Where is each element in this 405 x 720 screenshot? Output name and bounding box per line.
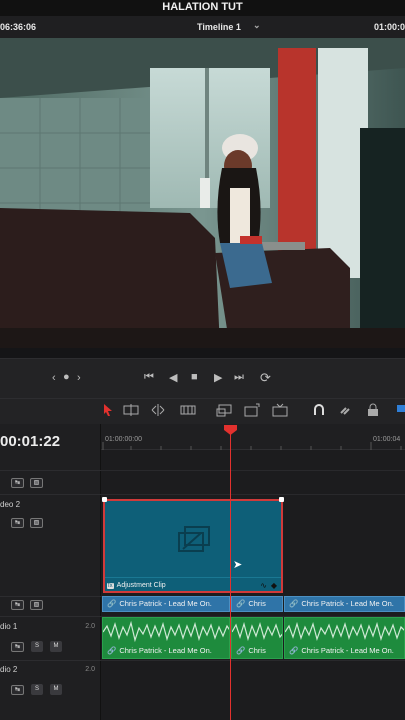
mute-button[interactable]: M [50,641,62,652]
project-title: HALATION TUT [0,0,405,16]
jog-prev-icon[interactable]: ‹ [52,372,56,384]
video-clip-name: Chris Patrick - Lead Me On. [301,599,394,608]
clip-handle-left[interactable] [102,497,107,502]
stop-icon[interactable]: ■ [191,371,198,383]
video-frame [0,38,405,348]
audio-waveform [103,620,229,643]
audio-clip-label: 🔗 Chris Patrick - Lead Me On. [103,644,229,658]
audio-waveform [232,621,282,642]
link-icon: 🔗 [236,599,246,608]
timeline-tracks[interactable]: 01:00:00:00 01:00:04 fx Adjustment Clip ∿… [101,424,405,720]
curve-icon: ∿ [260,581,267,590]
link-icon: 🔗 [289,646,299,655]
audio-clip-name: Chris [248,646,266,655]
video-clip[interactable]: 🔗 Chris Patrick - Lead Me On. [102,596,230,612]
trim-edit-icon[interactable] [123,403,139,417]
audio-clip-label: 🔗 Chris Patrick - Lead Me On. [285,644,404,658]
mouse-cursor-icon: ➤ [233,559,243,571]
video-clip[interactable]: 🔗 Chris Patrick - Lead Me On. [284,596,405,612]
lane-v3[interactable] [101,470,405,494]
link-icon: 🔗 [289,599,299,608]
timeline-ruler[interactable]: 01:00:00:00 01:00:04 [101,424,405,450]
video-clip-name: Chris Patrick - Lead Me On. [119,599,212,608]
transport-controls: ‹ ● › ⏮ ◀ ■ ▶ ⏭ ⟳ [0,358,405,398]
blade-icon[interactable] [180,403,196,417]
video-viewer[interactable] [0,38,405,348]
channel-format: 2.0 [85,666,95,673]
track-visibility-icon[interactable]: ▧ [30,478,43,488]
fx-badge: fx [107,583,114,589]
timeline-selector[interactable]: Timeline 1 [197,22,241,32]
solo-button[interactable]: S [31,641,43,652]
snapping-magnet-icon[interactable] [311,403,327,417]
auto-select-icon[interactable]: ↹ [11,518,24,528]
audio-clip-name: Chris Patrick - Lead Me On. [301,646,394,655]
track-visibility-icon[interactable]: ▧ [30,518,43,528]
audio-clip-name: Chris Patrick - Lead Me On. [119,646,212,655]
adjustment-clip[interactable]: fx Adjustment Clip ∿ ◆ [102,497,284,593]
flag-icon[interactable] [395,403,405,417]
track-header-v1: ↹ ▧ [0,596,101,616]
audio-clip[interactable]: 🔗 Chris Patrick - Lead Me On. [284,617,405,659]
auto-select-icon[interactable]: ↹ [11,600,24,610]
dynamic-trim-icon[interactable] [150,403,166,417]
timeline-timecode: 00:01:22 [0,433,61,450]
position-lock-icon[interactable] [365,403,381,417]
track-name[interactable]: dio 2 [0,665,17,674]
audio-clip[interactable]: 🔗 Chris [231,617,283,659]
adjustment-clip-name: Adjustment Clip [116,582,166,589]
track-name[interactable]: deo 2 [0,500,20,509]
edit-toolbar [0,398,405,424]
linked-selection-icon[interactable] [338,403,354,417]
mute-button[interactable]: M [50,684,62,695]
jog-next-icon[interactable]: › [77,372,81,384]
viewer-header: 06:36:06 Timeline 1 ⌄ 01:00:0 [0,16,405,38]
loop-icon[interactable]: ⟳ [260,370,271,386]
insert-clip-icon[interactable] [216,403,232,417]
playhead-handle[interactable] [224,425,237,435]
viewer-footer [0,348,405,358]
lane-a2[interactable] [101,660,405,704]
track-header-a1: dio 1 2.0 ↹ S M [0,616,101,660]
selection-arrow-icon[interactable] [100,403,116,417]
track-header-v2: deo 2 ↹ ▧ [0,494,101,596]
record-timecode: 01:00:0 [373,22,405,32]
audio-clip-label: 🔗 Chris [232,644,282,658]
track-visibility-icon[interactable]: ▧ [30,600,43,610]
link-icon: 🔗 [107,646,117,655]
keyframe-icon: ◆ [270,581,277,590]
track-header-v3: ↹ ▧ [0,470,101,494]
replace-clip-icon[interactable] [272,403,288,417]
overwrite-clip-icon[interactable] [244,403,260,417]
link-icon: 🔗 [236,646,246,655]
track-header-a2: dio 2 2.0 ↹ S M [0,660,101,704]
adjustment-clip-footer: fx Adjustment Clip ∿ ◆ [105,577,281,591]
link-icon: 🔗 [107,599,117,608]
auto-select-icon[interactable]: ↹ [11,478,24,488]
adjustment-clip-icon [178,526,210,552]
video-clip[interactable]: 🔗 Chris [231,596,283,612]
clip-handle-right[interactable] [279,497,284,502]
go-to-start-icon[interactable]: ⏮ [144,371,154,384]
solo-button[interactable]: S [31,684,43,695]
reverse-icon[interactable]: ◀ [169,371,177,384]
go-to-end-icon[interactable]: ⏭ [234,371,244,384]
play-icon[interactable]: ▶ [214,371,222,384]
channel-format: 2.0 [85,623,95,630]
track-name[interactable]: dio 1 [0,622,17,631]
source-timecode: 06:36:06 [0,22,37,32]
audio-clip[interactable]: 🔗 Chris Patrick - Lead Me On. [102,617,230,659]
audio-waveform [285,621,404,642]
chevron-down-icon[interactable]: ⌄ [253,20,261,31]
video-clip-name: Chris [248,599,266,608]
auto-select-icon[interactable]: ↹ [11,642,24,652]
ruler-ticks [102,442,402,450]
auto-select-icon[interactable]: ↹ [11,685,24,695]
jog-dot-icon[interactable]: ● [63,371,70,383]
adjustment-clip-label: fx Adjustment Clip [107,582,166,589]
playhead-line[interactable] [230,428,231,720]
